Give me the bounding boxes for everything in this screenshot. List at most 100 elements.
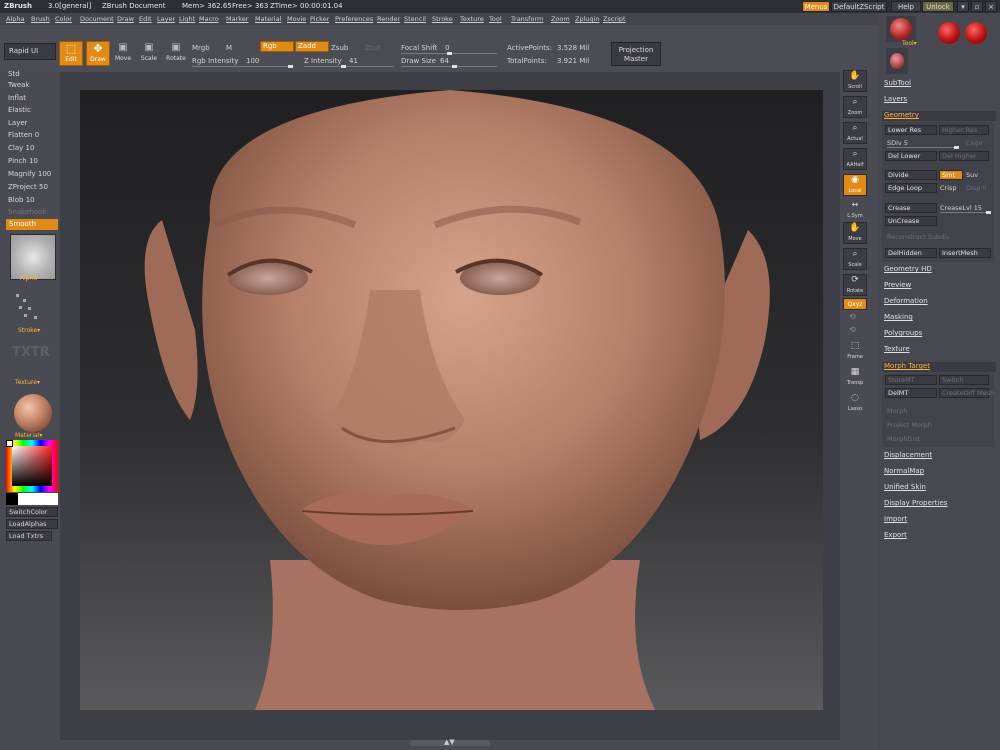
import-section[interactable]: Import (884, 515, 998, 525)
morph-slider[interactable]: Morph (887, 407, 908, 415)
insertmesh-button[interactable]: InsertMesh (939, 248, 991, 258)
texture-label[interactable]: Texture▾ (15, 379, 40, 386)
creaselvl-slider-track[interactable] (940, 212, 990, 213)
morph-dist-slider[interactable]: MorphDist (887, 435, 920, 443)
menus-button[interactable]: Menus (802, 1, 830, 12)
transp-button[interactable]: ▦ Transp (843, 366, 867, 388)
mrgb-toggle[interactable]: Mrgb (192, 44, 210, 52)
rotation-axis-2-icon[interactable]: ⟲ (849, 325, 856, 334)
draw-button[interactable]: ✥ Draw (86, 41, 110, 66)
creaselvl-slider[interactable]: CreaseLvl 15 (940, 204, 982, 212)
secondary-color-swatch[interactable] (18, 493, 58, 505)
unlock-button[interactable]: Unlock (922, 1, 954, 12)
close-icon[interactable]: × (985, 1, 997, 12)
lasso-button[interactable]: ◌ Lasso (843, 392, 867, 414)
sdiv-slider-knob[interactable] (954, 146, 959, 149)
qxyz-button[interactable]: Qxyz (843, 298, 867, 310)
alpha-thumbnail[interactable] (10, 234, 56, 280)
switch-color-button[interactable]: SwitchColor (6, 507, 58, 517)
brush-blob[interactable]: Blob 10 (8, 196, 35, 204)
project-morph-slider[interactable]: Project Morph (887, 421, 932, 429)
tool-label[interactable]: Tool▾ (902, 40, 917, 47)
stroke-label[interactable]: Stroke▾ (18, 327, 40, 334)
minimize-icon[interactable]: ▾ (957, 1, 969, 12)
brush-tweak[interactable]: Tweak (8, 81, 30, 89)
z-intensity-slider[interactable] (304, 66, 394, 67)
preview-section[interactable]: Preview (884, 281, 998, 291)
move-button[interactable]: ▣ Move (112, 41, 134, 66)
suv-toggle[interactable]: Suv (966, 171, 978, 179)
edit-button[interactable]: ⬚ Edit (59, 41, 83, 66)
brush-std[interactable]: Std (8, 70, 20, 78)
layers-section[interactable]: Layers (884, 95, 998, 105)
menu-brush[interactable]: Brush (31, 15, 50, 23)
menu-zoom[interactable]: Zoom (551, 15, 570, 23)
brush-clay[interactable]: Clay 10 (8, 144, 34, 152)
menu-preferences[interactable]: Preferences (335, 15, 373, 23)
create-diff-mesh-button[interactable]: CreateDiff Mesh (939, 388, 994, 398)
brush-layer[interactable]: Layer (8, 119, 28, 127)
load-textures-button[interactable]: Load Txtrs (6, 531, 52, 541)
help-button[interactable]: Help (891, 1, 921, 12)
menu-tool[interactable]: Tool (489, 15, 502, 23)
draw-size-knob[interactable] (452, 65, 457, 68)
tool-sphere-3-icon[interactable] (965, 22, 987, 44)
lower-res-button[interactable]: Lower Res (885, 125, 937, 135)
brush-zproject[interactable]: ZProject 50 (8, 183, 48, 191)
morph-target-section[interactable]: Morph Target (882, 362, 996, 372)
lsym-button[interactable]: ↔ L.Sym (843, 199, 867, 221)
delhidden-button[interactable]: DelHidden (885, 248, 937, 258)
menu-color[interactable]: Color (55, 15, 72, 23)
menu-layer[interactable]: Layer (157, 15, 175, 23)
menu-alpha[interactable]: Alpha (6, 15, 24, 23)
subtool-section[interactable]: SubTool (884, 79, 998, 89)
rotate-button[interactable]: ▣ Rotate (164, 41, 188, 66)
higher-res-button[interactable]: Higher Res (939, 125, 989, 135)
sdiv-slider-track[interactable] (887, 147, 959, 148)
displacement-section[interactable]: Displacement (884, 451, 998, 461)
default-zscript-button[interactable]: DefaultZScript (831, 1, 887, 12)
menu-light[interactable]: Light (179, 15, 195, 23)
sdiv-slider[interactable]: SDiv 5 (887, 139, 908, 147)
menu-stencil[interactable]: Stencil (404, 15, 426, 23)
color-picker[interactable] (6, 440, 58, 492)
rapid-ui-button[interactable]: Rapid UI (4, 43, 56, 60)
normalmap-section[interactable]: NormalMap (884, 467, 998, 477)
menu-render[interactable]: Render (377, 15, 400, 23)
deformation-section[interactable]: Deformation (884, 297, 998, 307)
maximize-icon[interactable]: ▫ (971, 1, 983, 12)
menu-stroke[interactable]: Stroke (432, 15, 453, 23)
alpha-label[interactable]: Alpha (20, 275, 37, 282)
menu-edit[interactable]: Edit (139, 15, 152, 23)
projection-master-button[interactable]: Projection Master (611, 42, 661, 66)
menu-zscript[interactable]: Zscript (603, 15, 626, 23)
geometry-section[interactable]: Geometry (882, 111, 996, 121)
rgb-intensity-slider[interactable] (192, 66, 292, 67)
menu-zplugin[interactable]: Zplugin (575, 15, 600, 23)
crease-button[interactable]: Crease (885, 203, 937, 213)
divide-button[interactable]: Divide (885, 170, 937, 180)
brush-snakehook[interactable]: Snakehook (8, 208, 46, 216)
menu-transform[interactable]: Transform (511, 15, 543, 23)
m-toggle[interactable]: M (226, 44, 232, 52)
polygroups-section[interactable]: Polygroups (884, 329, 998, 339)
material-label[interactable]: Material▾ (15, 432, 42, 439)
draw-size-slider[interactable] (401, 66, 497, 67)
del-higher-button[interactable]: Del Higher (939, 151, 989, 161)
rgb-toggle[interactable]: Rgb (260, 41, 294, 52)
brush-pinch[interactable]: Pinch 10 (8, 157, 38, 165)
menu-picker[interactable]: Picker (310, 15, 329, 23)
rotate-view-button[interactable]: ⟳ Rotate (843, 274, 867, 296)
uncrease-button[interactable]: UnCrease (885, 216, 937, 226)
geometry-hd-section[interactable]: Geometry HD (884, 265, 998, 275)
export-section[interactable]: Export (884, 531, 998, 541)
smt-toggle[interactable]: Smt (939, 170, 963, 180)
subtool-thumbnail[interactable] (886, 48, 908, 74)
scale-button[interactable]: ▣ Scale (138, 41, 160, 66)
stroke-dots-icon[interactable] (14, 292, 44, 322)
load-alphas-button[interactable]: LoadAlphas (6, 519, 58, 529)
actual-button[interactable]: ⌕ Actual (843, 122, 867, 144)
brush-magnify[interactable]: Magnify 100 (8, 170, 51, 178)
disp-slider[interactable]: Disp 0 (966, 184, 987, 192)
tool-thumbnail[interactable] (886, 16, 916, 42)
